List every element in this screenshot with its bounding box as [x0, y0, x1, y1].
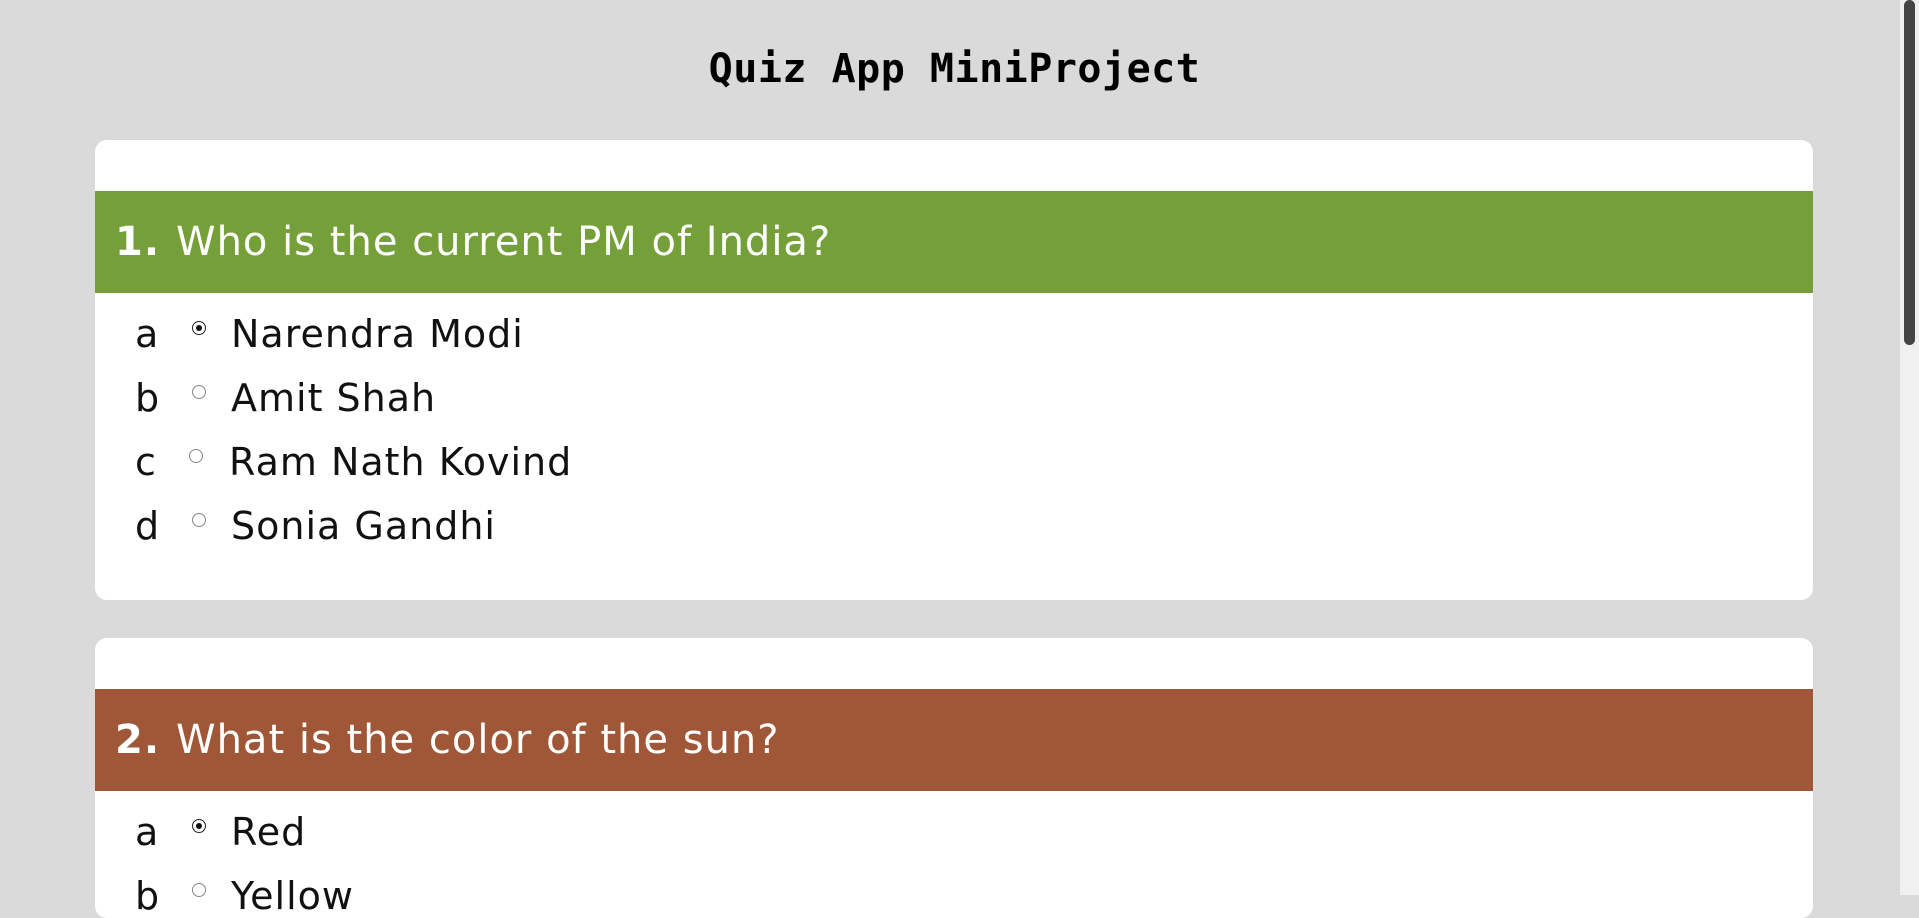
question-text: Who is the current PM of India?: [176, 219, 832, 265]
radio-button[interactable]: [192, 819, 206, 833]
option-label: Ram Nath Kovind: [229, 440, 573, 484]
question-number: 2.: [115, 717, 161, 763]
option-label: Narendra Modi: [231, 312, 524, 356]
scrollbar-thumb[interactable]: [1904, 0, 1915, 345]
option-d[interactable]: d Sonia Gandhi: [135, 494, 496, 558]
option-letter: b: [135, 874, 161, 918]
vertical-scrollbar[interactable]: [1900, 0, 1919, 895]
option-letter: d: [135, 504, 161, 548]
radio-button[interactable]: [192, 321, 206, 335]
option-a[interactable]: a Narendra Modi: [135, 302, 524, 366]
option-label: Sonia Gandhi: [231, 504, 496, 548]
option-letter: a: [135, 810, 160, 854]
radio-button[interactable]: [189, 449, 203, 463]
quiz-page: Quiz App MiniProject 1. Who is the curre…: [0, 0, 1900, 918]
radio-button[interactable]: [192, 513, 206, 527]
option-a[interactable]: a Red: [135, 800, 306, 864]
question-card-2: 2. What is the color of the sun? a Red b…: [95, 638, 1813, 918]
option-c[interactable]: c Ram Nath Kovind: [135, 430, 572, 494]
radio-button[interactable]: [192, 385, 206, 399]
option-label: Yellow: [231, 874, 354, 918]
option-label: Red: [231, 810, 307, 854]
option-letter: c: [135, 440, 157, 484]
question-number: 1.: [115, 219, 161, 265]
option-label: Amit Shah: [231, 376, 437, 420]
question-header-2: 2. What is the color of the sun?: [95, 689, 1813, 791]
question-header-1: 1. Who is the current PM of India?: [95, 191, 1813, 293]
question-text: What is the color of the sun?: [176, 717, 780, 763]
option-letter: a: [135, 312, 160, 356]
option-b[interactable]: b Yellow: [135, 864, 354, 918]
option-letter: b: [135, 376, 161, 420]
page-title: Quiz App MiniProject: [708, 46, 1201, 92]
option-b[interactable]: b Amit Shah: [135, 366, 436, 430]
question-card-1: 1. Who is the current PM of India? a Nar…: [95, 140, 1813, 600]
